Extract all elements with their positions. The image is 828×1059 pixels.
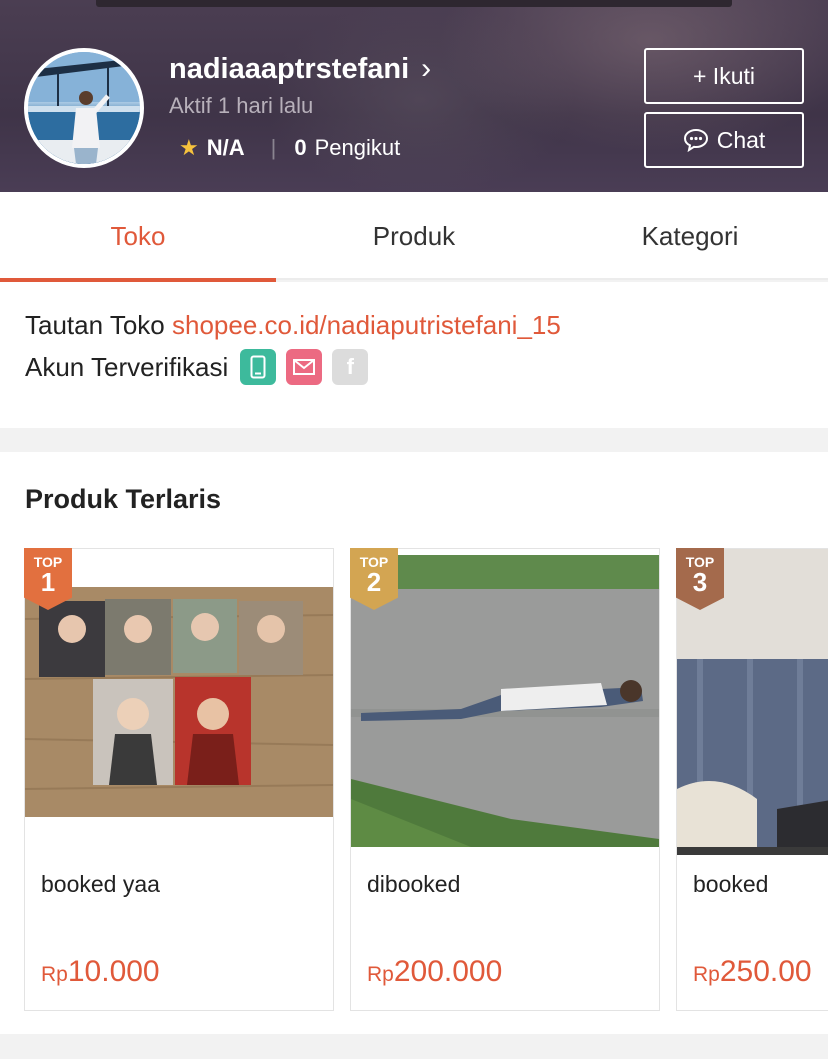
- top-rank-badge: TOP 3: [676, 548, 724, 610]
- rank-number: 2: [366, 567, 382, 597]
- avatar-photo: [28, 52, 140, 164]
- top-rank-badge: TOP 2: [350, 548, 398, 610]
- product-card[interactable]: TOP 2 dibooked Rp200.000: [350, 548, 660, 1011]
- product-card[interactable]: TOP 1 booked yaa Rp10.000: [24, 548, 334, 1011]
- star-icon: ★: [179, 135, 199, 160]
- product-name: booked yaa: [41, 871, 160, 897]
- avatar[interactable]: [24, 48, 144, 168]
- product-price: Rp250.00: [693, 955, 812, 989]
- verified-row: Akun Terverifikasi f: [25, 349, 369, 385]
- bestsellers-section: Produk Terlaris TOP 1 booked yaa Rp10.00…: [0, 452, 828, 1034]
- section-title: Produk Terlaris: [25, 484, 222, 514]
- shop-info: Tautan Toko shopee.co.id/nadiaputristefa…: [0, 282, 828, 428]
- product-name: dibooked: [367, 871, 461, 897]
- tab-produk[interactable]: Produk: [276, 192, 552, 280]
- shop-name[interactable]: nadiaaaptrstefani ›: [169, 52, 431, 86]
- tab-kategori[interactable]: Kategori: [552, 192, 828, 280]
- product-card[interactable]: TOP 3 booked Rp250.00: [676, 548, 828, 1011]
- product-name: booked: [693, 871, 769, 897]
- tab-toko[interactable]: Toko: [0, 192, 276, 282]
- price-amount: 200.000: [393, 955, 503, 988]
- followers-label: Pengikut: [314, 135, 401, 160]
- facebook-icon: f: [332, 349, 369, 385]
- top-rank-badge: TOP 1: [24, 548, 72, 610]
- page-bottom-spacer: [0, 1034, 828, 1059]
- chat-button-label: Chat: [716, 126, 766, 153]
- chat-bubble-icon: [683, 128, 708, 152]
- shop-name-text: nadiaaaptrstefani: [169, 52, 410, 85]
- product-price: Rp10.000: [41, 955, 160, 989]
- product-price: Rp200.000: [367, 955, 502, 989]
- chat-button[interactable]: Chat: [644, 112, 804, 168]
- follow-button[interactable]: + Ikuti: [644, 48, 804, 104]
- shop-stats: ★ N/A | 0 Pengikut: [179, 135, 400, 161]
- price-currency: Rp: [367, 963, 394, 986]
- status-bar-remnant: [96, 0, 732, 7]
- price-amount: 250.00: [719, 955, 812, 988]
- shop-link-row: Tautan Toko shopee.co.id/nadiaputristefa…: [25, 310, 561, 341]
- active-status: Aktif 1 hari lalu: [169, 93, 314, 118]
- shop-header: nadiaaaptrstefani › Aktif 1 hari lalu ★ …: [0, 0, 828, 192]
- shop-link-url[interactable]: shopee.co.id/nadiaputristefani_15: [172, 310, 561, 340]
- phone-icon: [240, 349, 277, 385]
- price-amount: 10.000: [67, 955, 160, 988]
- rank-number: 1: [40, 567, 56, 597]
- stats-divider: |: [270, 135, 277, 160]
- rank-number: 3: [692, 567, 708, 597]
- rating-value: N/A: [206, 135, 245, 160]
- shop-tabs: Toko Produk Kategori: [0, 192, 828, 282]
- mail-icon: [286, 349, 323, 385]
- chevron-right-icon: ›: [421, 52, 432, 85]
- followers-count: 0: [294, 135, 307, 160]
- verified-label: Akun Terverifikasi: [25, 351, 229, 382]
- price-currency: Rp: [693, 963, 720, 986]
- price-currency: Rp: [41, 963, 68, 986]
- shop-link-label: Tautan Toko: [25, 310, 165, 340]
